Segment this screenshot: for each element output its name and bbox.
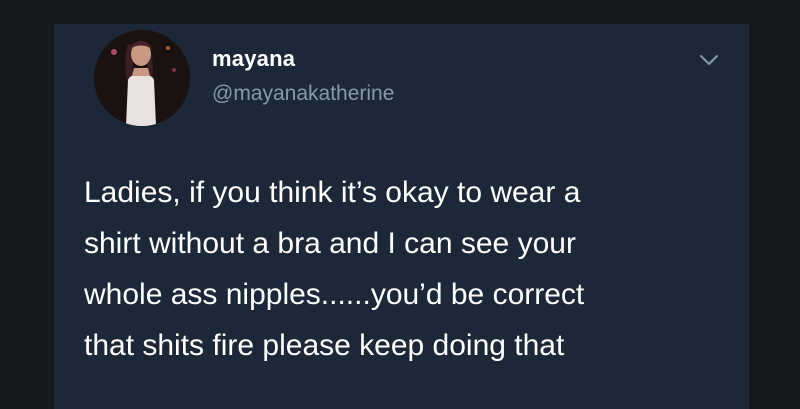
tweet-text: Ladies, if you think it’s okay to wear a… — [84, 167, 734, 371]
tweet-text-line: Ladies, if you think it’s okay to wear a — [84, 176, 581, 209]
username-handle[interactable]: @mayanakatherine — [212, 82, 394, 106]
tweet-text-line: that shits fire please keep doing that — [84, 329, 565, 362]
display-name[interactable]: mayana — [212, 46, 295, 72]
avatar[interactable] — [94, 30, 190, 126]
tweet-text-line: shirt without a bra and I can see your — [84, 227, 576, 260]
chevron-down-icon[interactable] — [698, 52, 720, 68]
tweet-text-line: whole ass nipples......you’d be correct — [84, 278, 585, 311]
tweet-card[interactable]: mayana @mayanakatherine Ladies, if you t… — [54, 24, 749, 409]
page: mayana @mayanakatherine Ladies, if you t… — [0, 0, 800, 409]
profile-photo-icon — [94, 30, 190, 126]
